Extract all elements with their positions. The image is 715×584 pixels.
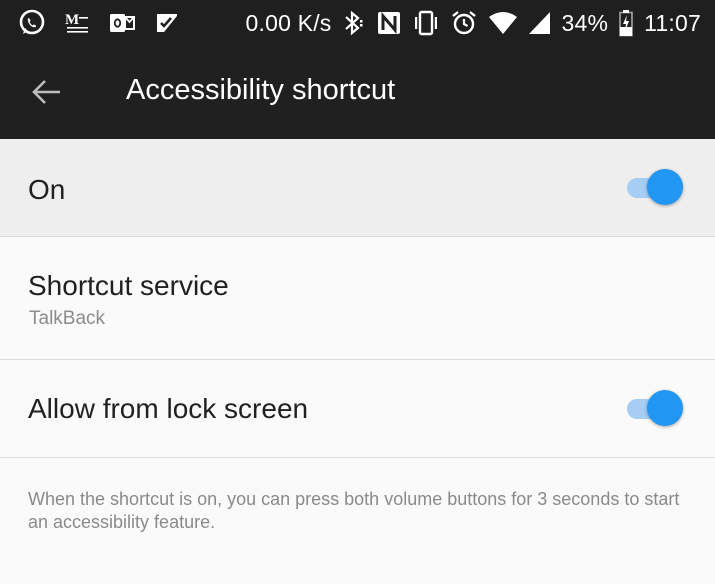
whatsapp-icon bbox=[18, 9, 46, 37]
shortcut-service-value: TalkBack bbox=[29, 308, 106, 329]
shortcut-service-label: Shortcut service bbox=[28, 270, 229, 301]
clock: 11:07 bbox=[644, 9, 701, 36]
shortcut-description: When the shortcut is on, you can press b… bbox=[28, 489, 680, 532]
lock-screen-toggle[interactable] bbox=[627, 389, 683, 429]
app-bar: Accessibility shortcut bbox=[0, 46, 715, 139]
battery-icon bbox=[618, 9, 634, 37]
lock-screen-label: Allow from lock screen bbox=[28, 393, 309, 424]
lock-screen-row[interactable]: Allow from lock screen bbox=[0, 360, 715, 458]
back-button[interactable] bbox=[22, 70, 72, 114]
arrow-left-icon bbox=[32, 80, 60, 104]
toggle-thumb bbox=[647, 169, 683, 205]
checkmark-app-icon bbox=[154, 10, 180, 36]
outlook-icon bbox=[108, 9, 136, 37]
cell-signal-icon bbox=[528, 11, 552, 35]
shortcut-on-label: On bbox=[28, 174, 66, 205]
battery-percent: 34% bbox=[561, 9, 609, 36]
bluetooth-icon bbox=[342, 9, 366, 37]
page-title: Accessibility shortcut bbox=[126, 74, 396, 106]
svg-text:M: M bbox=[65, 12, 79, 28]
system-status: 0.00 K/s 34% 11:07 bbox=[246, 8, 702, 38]
wifi-icon bbox=[488, 10, 518, 36]
shortcut-service-row[interactable]: Shortcut service TalkBack bbox=[0, 237, 715, 360]
notification-icons: M bbox=[18, 8, 180, 38]
shortcut-on-toggle[interactable] bbox=[627, 168, 683, 208]
gmail-icon: M bbox=[64, 10, 90, 36]
shortcut-on-row[interactable]: On bbox=[0, 139, 715, 237]
vibrate-icon bbox=[412, 9, 440, 37]
network-speed: 0.00 K/s bbox=[245, 9, 332, 36]
nfc-icon bbox=[376, 10, 402, 36]
alarm-icon bbox=[450, 9, 478, 37]
toggle-thumb bbox=[647, 390, 683, 426]
status-bar: M 0.00 K/s 34% 11:07 bbox=[0, 0, 715, 46]
